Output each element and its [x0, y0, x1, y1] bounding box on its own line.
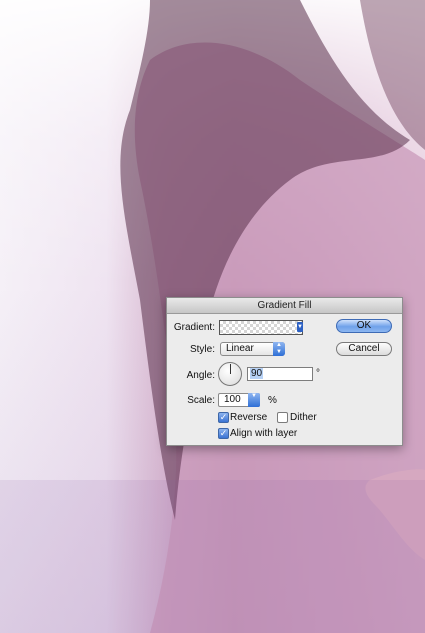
- scale-label: Scale:: [187, 395, 215, 406]
- gradient-picker[interactable]: [219, 320, 303, 335]
- gradient-dropdown-icon[interactable]: ▼: [297, 322, 303, 332]
- scale-combo-value: 100: [224, 394, 241, 405]
- checkmark-icon: ✓: [219, 412, 228, 422]
- style-select-value: Linear: [226, 343, 254, 354]
- angle-dial-icon[interactable]: [218, 362, 242, 386]
- reverse-checkbox[interactable]: ✓: [218, 412, 229, 423]
- gradient-label: Gradient:: [173, 322, 215, 333]
- dither-checkbox[interactable]: [277, 412, 288, 423]
- reverse-label: Reverse: [230, 412, 268, 423]
- align-with-layer-label: Align with layer: [230, 428, 298, 439]
- dither-label: Dither: [290, 412, 317, 423]
- scale-unit: %: [268, 395, 277, 406]
- angle-label: Angle:: [186, 370, 215, 381]
- ok-button[interactable]: OK: [336, 319, 392, 333]
- cancel-button[interactable]: Cancel: [336, 342, 392, 356]
- chevron-updown-icon: ▲ ▼: [273, 342, 285, 356]
- angle-input[interactable]: 90: [247, 367, 313, 381]
- angle-unit: °: [316, 368, 320, 379]
- style-select[interactable]: Linear ▲ ▼: [220, 342, 285, 356]
- angle-input-value: 90: [250, 368, 264, 379]
- angle-dial-needle: [230, 364, 231, 374]
- checkmark-icon: ✓: [219, 428, 228, 438]
- dialog-title: Gradient Fill: [167, 298, 402, 314]
- style-label: Style:: [189, 344, 215, 355]
- align-with-layer-checkbox[interactable]: ✓: [218, 428, 229, 439]
- scale-combo[interactable]: 100 ▼: [218, 393, 260, 407]
- gradient-fill-dialog: Gradient Fill Gradient: ▼ Style: Linear …: [166, 297, 403, 446]
- chevron-down-icon[interactable]: ▼: [248, 393, 260, 407]
